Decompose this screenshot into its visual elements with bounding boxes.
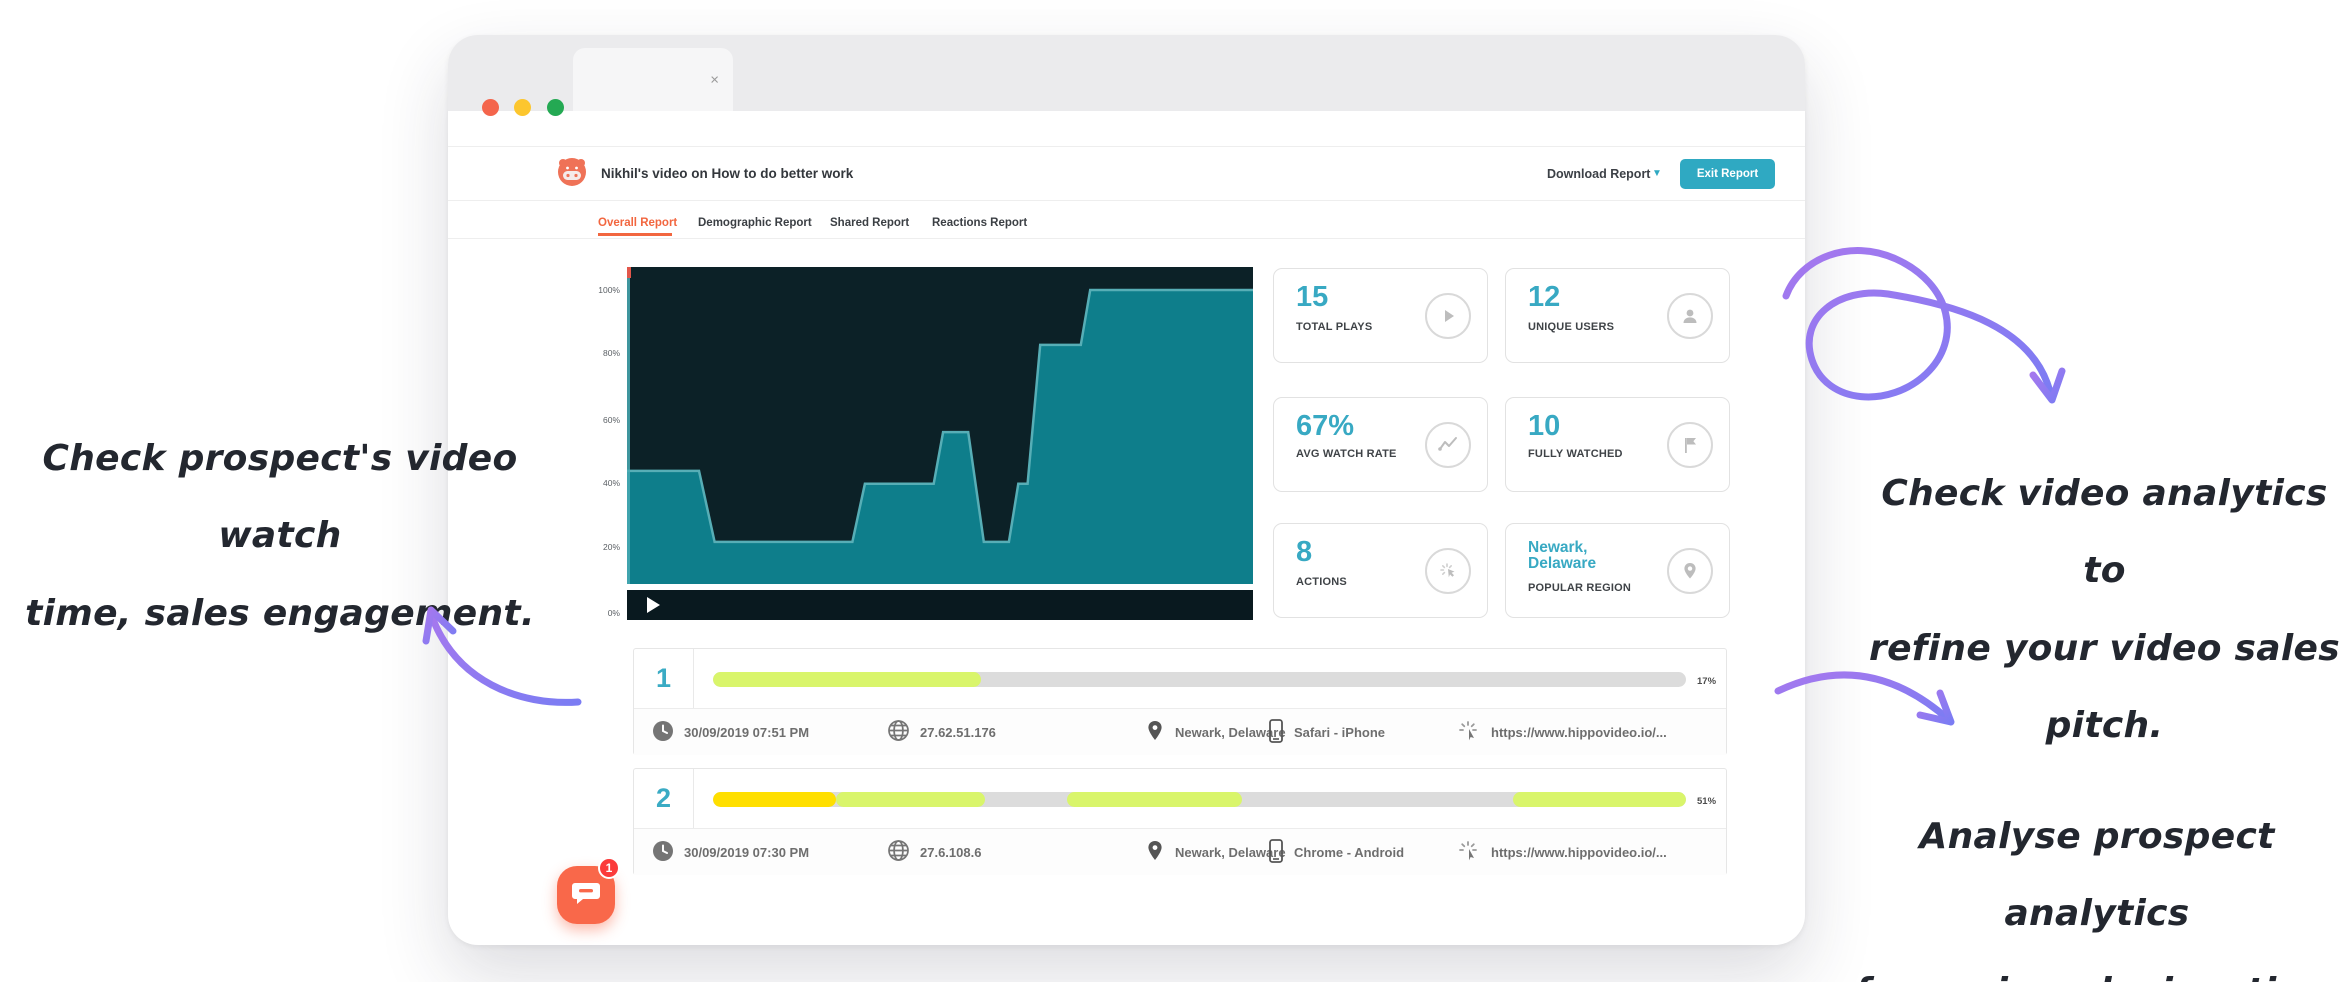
watch-segment xyxy=(1513,792,1686,807)
tab-close-icon[interactable]: × xyxy=(710,71,719,88)
watch-segment xyxy=(713,792,836,807)
location-pin-icon xyxy=(1144,719,1166,746)
actions-icon xyxy=(1425,548,1471,594)
y-axis-tick: 40% xyxy=(586,478,620,488)
detail-ip: 27.62.51.176 xyxy=(886,709,996,755)
click-icon xyxy=(1456,718,1482,747)
active-tab-underline xyxy=(598,233,672,236)
header-top-divider xyxy=(448,146,1805,147)
tab-demographic-report[interactable]: Demographic Report xyxy=(698,217,812,229)
play-icon xyxy=(1425,293,1471,339)
chart-start-marker xyxy=(627,267,631,278)
watch-progress-bar xyxy=(713,672,1686,687)
globe-icon xyxy=(886,718,911,746)
prospect-row[interactable]: 2 51% 30/09/2019 07:30 PM 27.6.108.6 New… xyxy=(633,768,1727,875)
stat-value: 8 xyxy=(1296,538,1312,568)
hippo-logo-icon xyxy=(556,156,588,192)
detail-time: 30/09/2019 07:51 PM xyxy=(651,709,809,755)
stat-card-actions[interactable]: 8 ACTIONS xyxy=(1273,523,1488,618)
detail-time: 30/09/2019 07:30 PM xyxy=(651,829,809,875)
chat-notification-badge: 1 xyxy=(598,857,620,879)
location-icon xyxy=(1667,548,1713,594)
tabs-divider xyxy=(448,238,1805,239)
watch-rate-area xyxy=(627,267,1253,620)
user-icon xyxy=(1667,293,1713,339)
annotation-top-right: Check video analytics to refine your vid… xyxy=(1860,455,2349,765)
phone-icon xyxy=(1267,838,1285,867)
location-pin-icon xyxy=(1144,839,1166,866)
detail-device: Chrome - Android xyxy=(1267,829,1404,875)
y-axis-tick: 20% xyxy=(586,542,620,552)
detail-device: Safari - iPhone xyxy=(1267,709,1385,755)
page-canvas: × Nikhil's video on How to do better wor… xyxy=(0,0,2349,982)
prospect-row[interactable]: 1 17% 30/09/2019 07:51 PM 27.62.51.176 N… xyxy=(633,648,1727,755)
stat-label: POPULAR REGION xyxy=(1528,582,1648,596)
prospect-details: 30/09/2019 07:51 PM 27.62.51.176 Newark,… xyxy=(634,708,1726,755)
watch-segment xyxy=(713,672,981,687)
stat-label: ACTIONS xyxy=(1296,576,1416,590)
exit-report-button[interactable]: Exit Report xyxy=(1680,159,1775,189)
stat-value: Newark, Delaware xyxy=(1528,540,1638,572)
prospect-index: 2 xyxy=(634,769,694,828)
chat-bubble-icon xyxy=(571,880,601,911)
prospect-details: 30/09/2019 07:30 PM 27.6.108.6 Newark, D… xyxy=(634,828,1726,875)
chart-left-axis xyxy=(627,267,630,620)
stat-value: 10 xyxy=(1528,412,1560,442)
browser-chrome: × xyxy=(448,35,1805,111)
flag-icon xyxy=(1667,422,1713,468)
stat-card-unique-users[interactable]: 12 UNIQUE USERS xyxy=(1505,268,1730,363)
stat-label: FULLY WATCHED xyxy=(1528,448,1648,462)
phone-icon xyxy=(1267,718,1285,747)
detail-ip: 27.6.108.6 xyxy=(886,829,981,875)
tab-shared-report[interactable]: Shared Report xyxy=(830,217,909,229)
chevron-down-icon[interactable]: ▼ xyxy=(1652,168,1662,179)
detail-location: Newark, Delaware xyxy=(1144,829,1286,875)
y-axis-tick: 60% xyxy=(586,415,620,425)
traffic-light-close-icon[interactable] xyxy=(482,99,499,116)
stat-value: 67% xyxy=(1296,412,1354,442)
browser-tab[interactable]: × xyxy=(573,48,733,111)
download-report-button[interactable]: Download Report xyxy=(1547,167,1650,181)
y-axis-tick: 80% xyxy=(586,348,620,358)
clock-icon xyxy=(651,839,675,866)
tab-overall-report[interactable]: Overall Report xyxy=(598,217,677,229)
stat-card-popular-region[interactable]: Newark, Delaware POPULAR REGION xyxy=(1505,523,1730,618)
watch-segment xyxy=(836,792,986,807)
stat-label: TOTAL PLAYS xyxy=(1296,321,1416,335)
stat-value: 15 xyxy=(1296,283,1328,313)
detail-url: https://www.hippovideo.io/... xyxy=(1456,709,1667,755)
traffic-light-maximize-icon[interactable] xyxy=(547,99,564,116)
click-icon xyxy=(1456,838,1482,867)
detail-location: Newark, Delaware xyxy=(1144,709,1286,755)
annotation-bottom-right: Analyse prospect analytics for region, d… xyxy=(1845,798,2349,982)
stat-card-fully-watched[interactable]: 10 FULLY WATCHED xyxy=(1505,397,1730,492)
stat-card-avg-watch-rate[interactable]: 67% AVG WATCH RATE xyxy=(1273,397,1488,492)
page-title: Nikhil's video on How to do better work xyxy=(601,166,853,181)
y-axis-tick: 100% xyxy=(586,285,620,295)
traffic-light-minimize-icon[interactable] xyxy=(514,99,531,116)
clock-icon xyxy=(651,719,675,746)
annotation-left: Check prospect's video watch time, sales… xyxy=(10,420,550,652)
watch-progress-bar xyxy=(713,792,1686,807)
arrow-top-right-icon xyxy=(1786,250,2062,400)
stat-label: UNIQUE USERS xyxy=(1528,321,1648,335)
trend-icon xyxy=(1425,422,1471,468)
video-control-bar xyxy=(627,590,1253,620)
detail-url-link[interactable]: https://www.hippovideo.io/... xyxy=(1491,845,1667,860)
stat-value: 12 xyxy=(1528,283,1560,313)
watch-percent: 17% xyxy=(1697,676,1716,687)
header-bottom-divider xyxy=(448,200,1805,201)
stat-card-total-plays[interactable]: 15 TOTAL PLAYS xyxy=(1273,268,1488,363)
stat-label: AVG WATCH RATE xyxy=(1296,448,1416,462)
detail-url: https://www.hippovideo.io/... xyxy=(1456,829,1667,875)
video-watch-rate-chart[interactable] xyxy=(627,267,1253,620)
play-button-icon[interactable] xyxy=(647,597,660,613)
watch-percent: 51% xyxy=(1697,796,1716,807)
globe-icon xyxy=(886,838,911,866)
tab-reactions-report[interactable]: Reactions Report xyxy=(932,217,1027,229)
detail-url-link[interactable]: https://www.hippovideo.io/... xyxy=(1491,725,1667,740)
prospect-index: 1 xyxy=(634,649,694,708)
watch-segment xyxy=(1067,792,1242,807)
y-axis-tick: 0% xyxy=(586,608,620,618)
